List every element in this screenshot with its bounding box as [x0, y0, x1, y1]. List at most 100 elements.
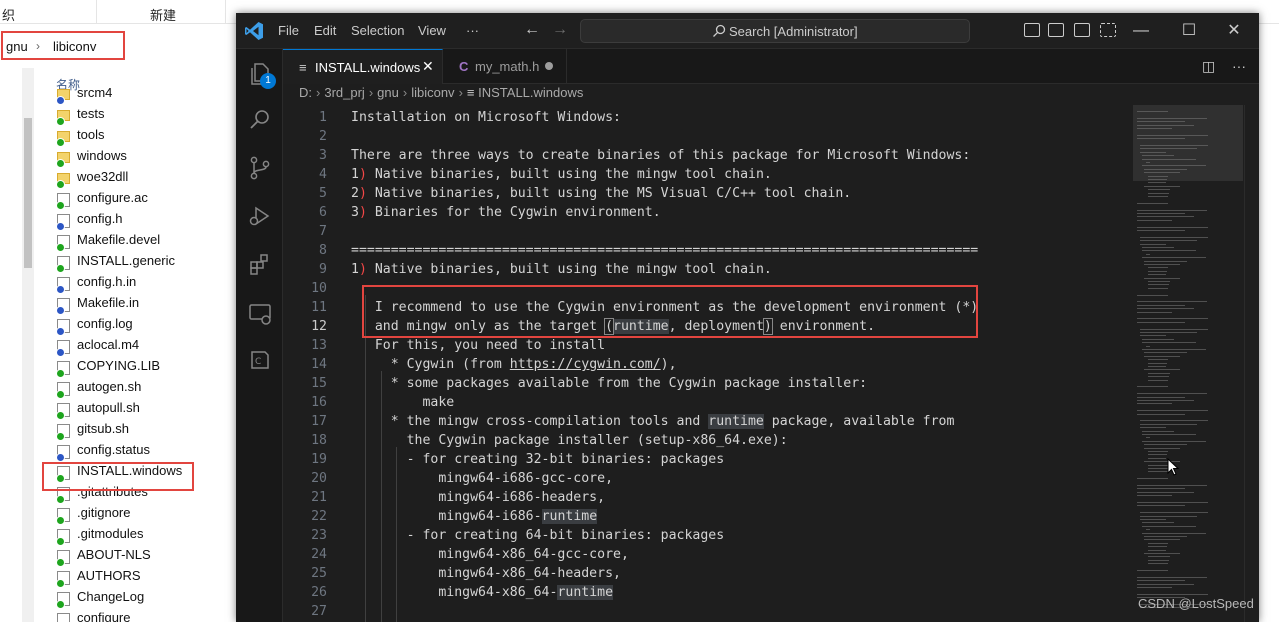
file-name: ABOUT-NLS	[77, 547, 151, 562]
code-line[interactable]: 24 mingw64-x86_64-gcc-core,	[283, 545, 1133, 564]
customize-layout-icon[interactable]	[1100, 23, 1116, 37]
nav-forward-arrow-icon[interactable]: →	[552, 21, 568, 39]
ribbon-new-button[interactable]: 新建	[150, 5, 176, 24]
code-line[interactable]: 5 2) Native binaries, built using the MS …	[283, 184, 1133, 203]
file-list-item[interactable]: ABOUT-NLS	[55, 546, 235, 567]
scrollbar-thumb[interactable]	[24, 118, 32, 268]
code-line[interactable]: 7	[283, 222, 1133, 241]
code-line[interactable]: 23 - for creating 64-bit binaries: packa…	[283, 526, 1133, 545]
file-list-item[interactable]: tools	[55, 126, 235, 147]
file-list-item[interactable]: aclocal.m4	[55, 336, 235, 357]
file-list-item[interactable]: .gitignore	[55, 504, 235, 525]
tab-my-math-h[interactable]: C my_math.h	[443, 49, 567, 84]
minimap-line	[1140, 515, 1197, 517]
synced-status-icon	[56, 495, 65, 504]
nav-back-arrow-icon[interactable]: ←	[524, 21, 540, 39]
code-line[interactable]: 15 * some packages available from the Cy…	[283, 374, 1133, 393]
minimize-button[interactable]: —	[1118, 17, 1164, 45]
menu-edit[interactable]: Edit	[314, 23, 336, 38]
more-actions-icon[interactable]: ···	[1232, 58, 1246, 74]
breadcrumb-file[interactable]: INSTALL.windows	[478, 85, 583, 100]
code-line[interactable]: 1 Installation on Microsoft Windows:	[283, 108, 1133, 127]
file-list-item[interactable]: windows	[55, 147, 235, 168]
code-line[interactable]: 3 There are three ways to create binaries…	[283, 146, 1133, 165]
file-list-item[interactable]: gitsub.sh	[55, 420, 235, 441]
code-line[interactable]: 18 the Cygwin package installer (setup-x…	[283, 431, 1133, 450]
breadcrumb-libiconv[interactable]: libiconv	[411, 85, 454, 100]
code-line[interactable]: 16 make	[283, 393, 1133, 412]
code-line[interactable]: 21 mingw64-i686-headers,	[283, 488, 1133, 507]
maximize-button[interactable]: ☐	[1166, 17, 1212, 45]
code-line[interactable]: 20 mingw64-i686-gcc-core,	[283, 469, 1133, 488]
tab-install-windows[interactable]: ≡ INSTALL.windows ✕	[283, 49, 443, 84]
line-number: 7	[319, 224, 327, 239]
minimap-line	[1137, 580, 1185, 582]
code-line[interactable]: 17 * the mingw cross-compilation tools a…	[283, 412, 1133, 431]
explorer-scrollbar[interactable]	[22, 68, 34, 622]
file-list-item[interactable]: Makefile.in	[55, 294, 235, 315]
code-line[interactable]: 27	[283, 602, 1133, 621]
close-window-button[interactable]: ✕	[1211, 17, 1257, 45]
code-line[interactable]: 25 mingw64-x86_64-headers,	[283, 564, 1133, 583]
file-list-item[interactable]: config.h.in	[55, 273, 235, 294]
file-list-item[interactable]: config.status	[55, 441, 235, 462]
code-editor[interactable]: 1 Installation on Microsoft Windows: 2 3 The…	[283, 105, 1133, 622]
file-list-item[interactable]: Makefile.devel	[55, 231, 235, 252]
minimap-line	[1148, 179, 1167, 180]
menu-view[interactable]: View	[418, 23, 446, 38]
extensions-icon[interactable]	[247, 251, 273, 277]
file-list-item[interactable]: tests	[55, 105, 235, 126]
toggle-primary-sidebar-icon[interactable]	[1024, 23, 1040, 37]
file-list-item[interactable]: config.log	[55, 315, 235, 336]
file-list-item[interactable]: srcm4	[55, 84, 235, 105]
command-center-search[interactable]: Search [Administrator]	[580, 19, 970, 43]
menu-more[interactable]: ···	[466, 23, 479, 38]
file-list-item[interactable]: ChangeLog	[55, 588, 235, 609]
minimap-line	[1148, 192, 1169, 194]
file-list-item[interactable]: autopull.sh	[55, 399, 235, 420]
minimap[interactable]	[1133, 105, 1243, 622]
unsaved-dot-icon[interactable]	[545, 62, 553, 70]
minimap-line	[1144, 352, 1188, 354]
ctest-icon[interactable]: C	[247, 347, 273, 373]
file-list-item[interactable]: .gitmodules	[55, 525, 235, 546]
code-line[interactable]: 6 3) Binaries for the Cygwin environment.	[283, 203, 1133, 222]
search-activity-icon[interactable]	[247, 107, 273, 133]
minimap-line	[1137, 396, 1185, 398]
split-editor-icon[interactable]: ◫	[1202, 58, 1215, 75]
file-list-item[interactable]: woe32dll	[55, 168, 235, 189]
breadcrumb-3rd-prj[interactable]: 3rd_prj	[324, 85, 364, 100]
file-list-item[interactable]: COPYING.LIB	[55, 357, 235, 378]
code-line[interactable]: 26 mingw64-x86_64-runtime	[283, 583, 1133, 602]
code-line[interactable]: 19 - for creating 32-bit binaries: packa…	[283, 450, 1133, 469]
run-debug-icon[interactable]	[247, 203, 273, 229]
file-list-item[interactable]: AUTHORS	[55, 567, 235, 588]
remote-explorer-icon[interactable]	[247, 301, 273, 327]
ribbon-item-organize[interactable]: 织	[2, 5, 15, 24]
minimap-line	[1140, 240, 1197, 242]
menu-file[interactable]: File	[278, 23, 299, 38]
code-line[interactable]: 14 * Cygwin (from https://cygwin.com/),	[283, 355, 1133, 374]
editor-scrollbar[interactable]	[1244, 105, 1258, 622]
file-list-item[interactable]: autogen.sh	[55, 378, 235, 399]
line-number: 9	[319, 262, 327, 277]
file-list-item[interactable]: INSTALL.generic	[55, 252, 235, 273]
file-list-item[interactable]: configure.ac	[55, 189, 235, 210]
code-line[interactable]: 2	[283, 127, 1133, 146]
breadcrumb-drive[interactable]: D:	[299, 85, 312, 100]
close-tab-icon[interactable]: ✕	[422, 58, 434, 75]
file-list-item[interactable]: config.h	[55, 210, 235, 231]
code-line[interactable]: 9 1) Native binaries, built using the min…	[283, 260, 1133, 279]
code-line[interactable]: 13 For this, you need to install	[283, 336, 1133, 355]
source-control-icon[interactable]	[247, 155, 273, 181]
breadcrumb-gnu[interactable]: gnu	[377, 85, 399, 100]
code-line[interactable]: 4 1) Native binaries, built using the min…	[283, 165, 1133, 184]
toggle-secondary-sidebar-icon[interactable]	[1074, 23, 1090, 37]
minimap-line	[1144, 260, 1188, 262]
line-text: 3) Binaries for the Cygwin environment.	[351, 205, 661, 220]
code-line[interactable]: 8 =======================================…	[283, 241, 1133, 260]
toggle-panel-icon[interactable]	[1048, 23, 1064, 37]
file-list-item[interactable]: configure	[55, 609, 235, 622]
code-line[interactable]: 22 mingw64-i686-runtime	[283, 507, 1133, 526]
menu-selection[interactable]: Selection	[351, 23, 404, 38]
